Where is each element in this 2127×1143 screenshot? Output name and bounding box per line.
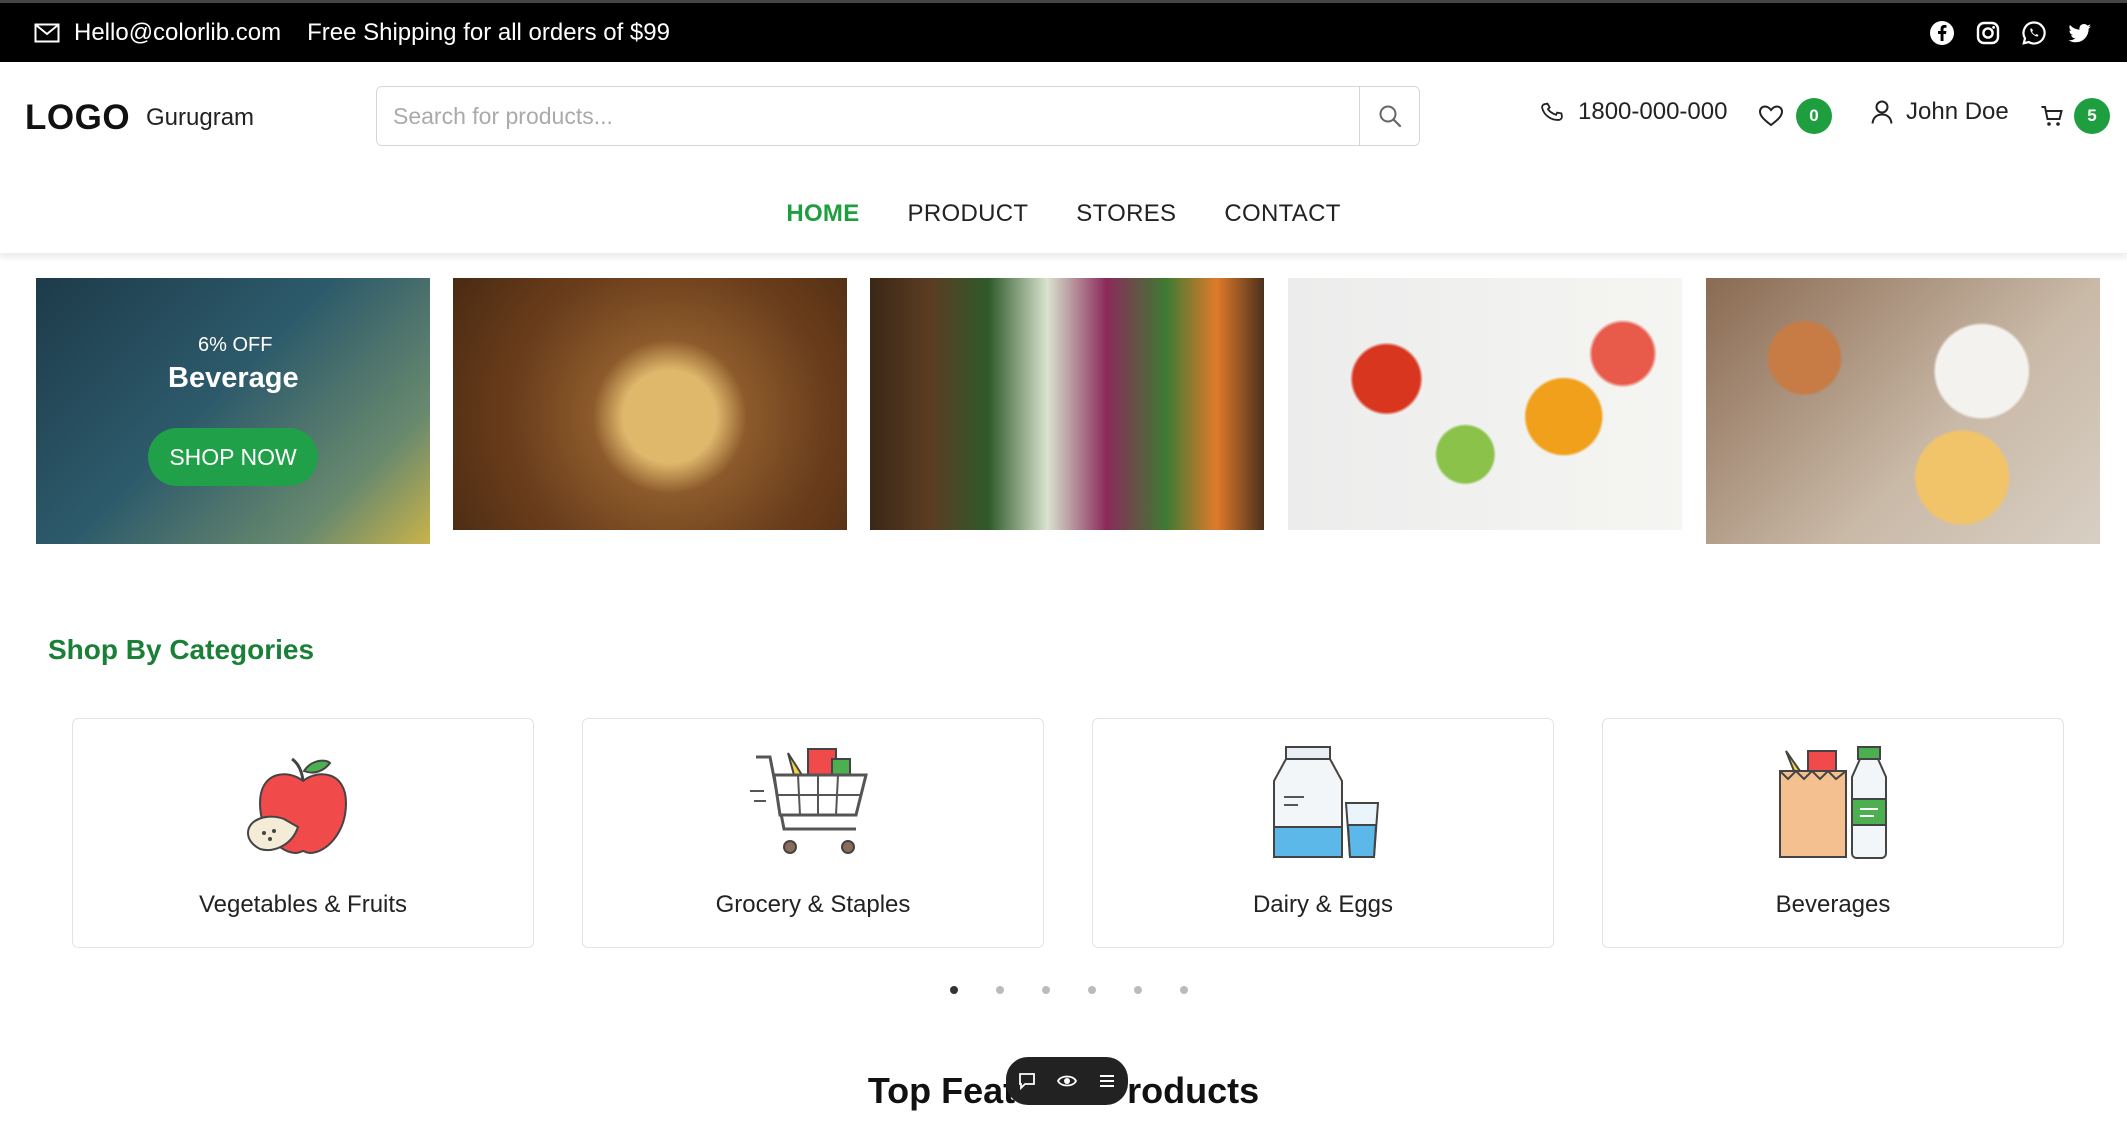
carousel-dot[interactable] (1042, 986, 1050, 994)
twitter-icon[interactable] (2067, 20, 2093, 46)
top-announcement-bar: Hello@colorlib.com Free Shipping for all… (0, 0, 2127, 62)
wishlist-count-badge: 0 (1796, 98, 1832, 134)
site-logo[interactable]: LOGO (25, 98, 130, 138)
nav-product[interactable]: PRODUCT (908, 200, 1029, 228)
phone-number: 1800-000-000 (1578, 98, 1728, 125)
email-contact[interactable]: Hello@colorlib.com (34, 19, 281, 47)
category-label: Beverages (1775, 891, 1891, 918)
cart-count-badge: 5 (2074, 98, 2110, 134)
social-links (1929, 20, 2093, 46)
user-icon (1871, 100, 1893, 124)
search-bar (376, 86, 1420, 146)
apple-icon (246, 757, 348, 855)
nav-contact[interactable]: CONTACT (1224, 200, 1340, 228)
heart-icon (1758, 105, 1784, 127)
carousel-pagination (950, 986, 1188, 994)
email-text: Hello@colorlib.com (74, 18, 282, 46)
banner-fruits-image[interactable] (1288, 278, 1682, 530)
banner-title: Beverage (168, 362, 299, 394)
carousel-dot[interactable] (1088, 986, 1096, 994)
carousel-dot[interactable] (996, 986, 1004, 994)
banner-dairy-image[interactable] (1706, 278, 2100, 544)
banner-vegetables-image[interactable] (870, 278, 1264, 530)
chat-bubble-icon[interactable] (1017, 1071, 1037, 1091)
whatsapp-icon[interactable] (2021, 20, 2047, 46)
phone-contact[interactable]: 1800-000-000 (1540, 98, 1727, 126)
category-label: Dairy & Eggs (1252, 891, 1394, 918)
floating-toolbar (1006, 1057, 1128, 1105)
cart-button[interactable]: 5 (2040, 98, 2110, 134)
banner-dry-fruits-image[interactable] (453, 278, 847, 530)
categories-heading: Shop By Categories (48, 634, 315, 665)
nav-home[interactable]: HOME (786, 200, 859, 228)
main-navigation: HOME PRODUCT STORES CONTACT (0, 174, 2127, 254)
facebook-icon[interactable] (1929, 20, 1955, 46)
shopping-cart-icon (750, 748, 868, 854)
milk-carton-icon (1273, 746, 1380, 858)
instagram-icon[interactable] (1975, 20, 2001, 46)
search-input[interactable] (377, 87, 1359, 145)
category-label: Grocery & Staples (715, 891, 911, 918)
user-name: John Doe (1906, 98, 2009, 125)
eye-icon[interactable] (1057, 1071, 1077, 1091)
shop-now-button[interactable]: SHOP NOW (148, 428, 318, 486)
site-header: LOGO Gurugram 1800-000-000 0 John Doe 5 (0, 62, 2127, 174)
category-card-vegetables-fruits[interactable]: Vegetables & Fruits (72, 718, 534, 948)
cart-icon (2041, 106, 2063, 126)
phone-icon (1541, 102, 1563, 121)
nav-stores[interactable]: STORES (1076, 200, 1176, 228)
search-button[interactable] (1359, 87, 1419, 145)
shipping-notice: Free Shipping for all orders of $99 (307, 18, 670, 46)
menu-icon[interactable] (1097, 1071, 1117, 1091)
wishlist-button[interactable]: 0 (1758, 98, 1832, 134)
category-card-grocery-staples[interactable]: Grocery & Staples (582, 718, 1044, 948)
category-card-beverages[interactable]: Beverages (1602, 718, 2064, 948)
carousel-dot[interactable] (1180, 986, 1188, 994)
category-label: Vegetables & Fruits (198, 891, 408, 918)
carousel-dot[interactable] (1134, 986, 1142, 994)
banner-beverage[interactable]: 6% OFF Beverage SHOP NOW (36, 278, 430, 544)
beverages-bag-icon (1779, 746, 1887, 859)
carousel-dot[interactable] (950, 986, 958, 994)
location-selector[interactable]: Gurugram (146, 104, 254, 132)
mail-icon (34, 23, 60, 42)
category-card-dairy-eggs[interactable]: Dairy & Eggs (1092, 718, 1554, 948)
user-account-button[interactable]: John Doe (1870, 98, 2009, 126)
search-icon (1379, 105, 1401, 128)
banner-discount: 6% OFF (198, 334, 273, 356)
